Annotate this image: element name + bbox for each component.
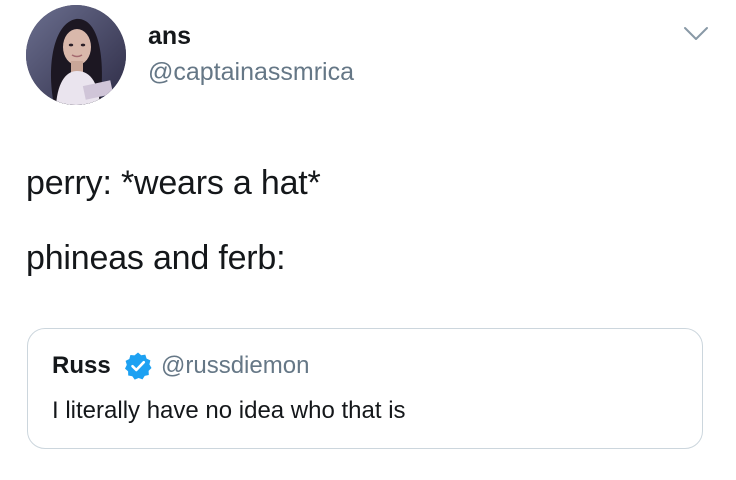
tweet-text-line: phineas and ferb: bbox=[26, 239, 286, 277]
profile-photo-icon bbox=[26, 5, 126, 105]
tweet-card: ans @captainassmrica perry: *wears a hat… bbox=[0, 0, 736, 480]
author-avatar[interactable] bbox=[26, 5, 126, 105]
author-handle[interactable]: @captainassmrica bbox=[148, 60, 354, 85]
author-display-name[interactable]: ans bbox=[148, 24, 191, 49]
chevron-down-icon[interactable] bbox=[683, 26, 709, 42]
quoted-author-name: Russ bbox=[52, 352, 111, 379]
quoted-tweet-text: I literally have no idea who that is bbox=[52, 397, 406, 424]
tweet-text-line: perry: *wears a hat* bbox=[26, 164, 321, 202]
verified-badge-icon bbox=[125, 352, 152, 380]
quoted-tweet[interactable]: Russ @russdiemon I literally have no ide… bbox=[27, 328, 703, 449]
quoted-author-handle: @russdiemon bbox=[161, 352, 310, 379]
